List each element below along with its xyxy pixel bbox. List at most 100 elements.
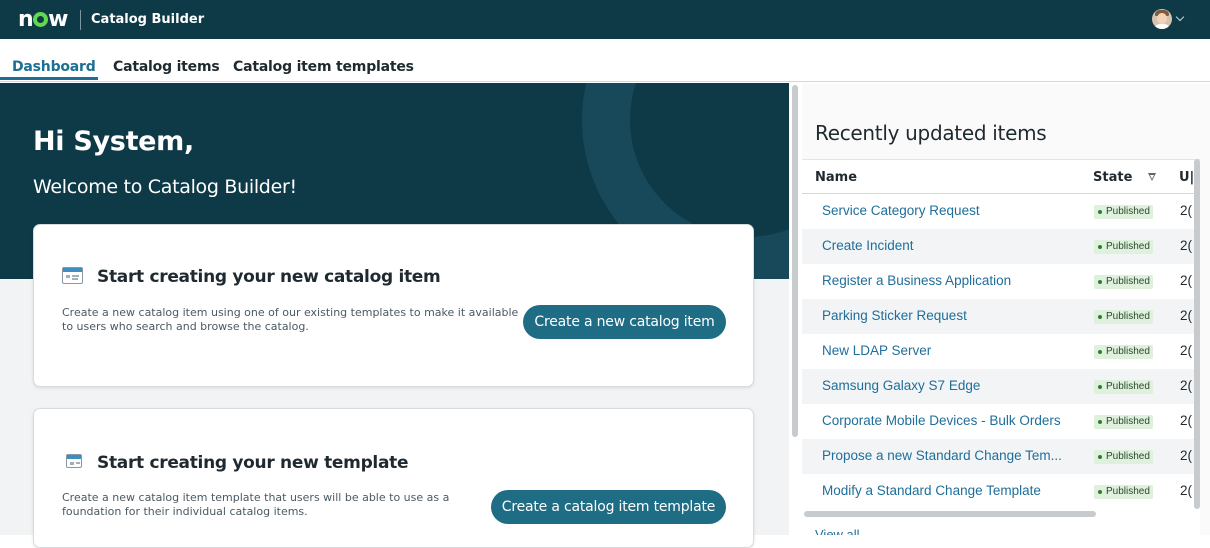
updated-cell: 2( (1180, 273, 1193, 288)
item-link[interactable]: Parking Sticker Request (822, 308, 1080, 323)
item-link[interactable]: New LDAP Server (822, 343, 1080, 358)
table-header: Name State U| (802, 159, 1200, 194)
column-name[interactable]: Name (815, 170, 857, 185)
table-horizontal-scrollbar[interactable] (804, 511, 1096, 517)
logo-n: n (18, 6, 34, 32)
updated-cell: 2( (1180, 378, 1193, 393)
icon-bar (67, 455, 81, 459)
status-dot (1098, 315, 1102, 319)
status-dot (1098, 245, 1102, 249)
icon-line (66, 275, 70, 278)
icon-line (76, 462, 80, 464)
tab-catalog-item-templates[interactable]: Catalog item templates (233, 59, 414, 75)
status-dot (1098, 490, 1102, 494)
icon-bar (63, 268, 82, 272)
status-label: Published (1106, 416, 1150, 427)
catalog-item-card: Start creating your new catalog item Cre… (33, 224, 754, 387)
top-bar: nw Catalog Builder (0, 0, 1210, 39)
status-label: Published (1106, 486, 1150, 497)
template-card: Start creating your new template Create … (33, 408, 754, 548)
status-dot (1098, 280, 1102, 284)
status-dot (1098, 350, 1102, 354)
status-label: Published (1106, 346, 1150, 357)
view-all-link[interactable]: View all (815, 527, 860, 535)
user-avatar[interactable] (1152, 9, 1172, 29)
table-row: Corporate Mobile Devices - Bulk Orders P… (802, 404, 1200, 439)
item-link[interactable]: Modify a Standard Change Template (822, 483, 1080, 498)
item-link[interactable]: Corporate Mobile Devices - Bulk Orders (822, 413, 1080, 428)
template-icon (66, 454, 82, 468)
column-updated[interactable]: U| (1179, 170, 1194, 185)
status-badge: Published (1094, 380, 1153, 394)
column-state[interactable]: State (1093, 170, 1132, 185)
item-link[interactable]: Propose a new Standard Change Tem... (822, 448, 1080, 463)
status-badge: Published (1094, 450, 1153, 464)
status-badge: Published (1094, 275, 1153, 289)
status-label: Published (1106, 451, 1150, 462)
status-badge: Published (1094, 240, 1153, 254)
status-dot (1098, 210, 1102, 214)
table-row: Service Category Request Published 2( (802, 194, 1200, 229)
tab-catalog-items[interactable]: Catalog items (113, 59, 220, 75)
updated-cell: 2( (1180, 203, 1193, 218)
card-description: Create a new catalog item template that … (62, 491, 450, 518)
item-link[interactable]: Register a Business Application (822, 273, 1080, 288)
item-link[interactable]: Service Category Request (822, 203, 1080, 218)
status-label: Published (1106, 276, 1150, 287)
status-badge: Published (1094, 345, 1153, 359)
card-title: Start creating your new catalog item (97, 267, 441, 287)
recent-items-table: Name State U| Service Category Request P… (802, 159, 1200, 535)
status-badge: Published (1094, 205, 1153, 219)
tab-dashboard[interactable]: Dashboard (12, 59, 96, 75)
updated-cell: 2( (1180, 343, 1193, 358)
catalog-item-icon (62, 267, 83, 284)
logo-w: w (48, 6, 68, 32)
recent-items-title: Recently updated items (815, 121, 1047, 145)
status-dot (1098, 455, 1102, 459)
table-row: Parking Sticker Request Published 2( (802, 299, 1200, 334)
status-dot (1098, 385, 1102, 389)
table-vertical-scrollbar[interactable] (1194, 159, 1200, 509)
now-logo[interactable]: nw (18, 6, 68, 32)
icon-line (70, 462, 74, 465)
chevron-down-icon[interactable] (1175, 12, 1185, 22)
table-row: Modify a Standard Change Template Publis… (802, 474, 1200, 509)
logo-o-ring (33, 11, 49, 27)
table-row: Samsung Galaxy S7 Edge Published 2( (802, 369, 1200, 404)
status-label: Published (1106, 206, 1150, 217)
table-row: New LDAP Server Published 2( (802, 334, 1200, 369)
card-title: Start creating your new template (97, 453, 409, 473)
status-badge: Published (1094, 415, 1153, 429)
table-row: Register a Business Application Publishe… (802, 264, 1200, 299)
left-pane-scrollbar[interactable] (792, 85, 798, 437)
table-row: Create Incident Published 2( (802, 229, 1200, 264)
item-link[interactable]: Samsung Galaxy S7 Edge (822, 378, 1080, 393)
card-description: Create a new catalog item using one of o… (62, 306, 519, 333)
header-divider (80, 9, 81, 30)
avatar-shirt (1154, 24, 1170, 29)
status-label: Published (1106, 311, 1150, 322)
updated-cell: 2( (1180, 448, 1193, 463)
table-row: Propose a new Standard Change Tem... Pub… (802, 439, 1200, 474)
updated-cell: 2( (1180, 308, 1193, 323)
create-template-button[interactable]: Create a catalog item template (491, 490, 726, 524)
status-label: Published (1106, 241, 1150, 252)
icon-line (72, 275, 79, 277)
recent-items-panel: Recently updated items Name State U| Ser… (802, 83, 1210, 535)
active-tab-indicator (0, 77, 98, 80)
updated-cell: 2( (1180, 238, 1193, 253)
updated-cell: 2( (1180, 483, 1193, 498)
status-label: Published (1106, 381, 1150, 392)
status-badge: Published (1094, 485, 1153, 499)
filter-icon[interactable] (1148, 173, 1156, 181)
item-link[interactable]: Create Incident (822, 238, 1080, 253)
avatar-face (1157, 13, 1167, 24)
greeting-heading: Hi System, (33, 126, 194, 157)
tab-bar: Dashboard Catalog items Catalog item tem… (0, 39, 1210, 82)
status-dot (1098, 420, 1102, 424)
updated-cell: 2( (1180, 413, 1193, 428)
status-badge: Published (1094, 310, 1153, 324)
icon-line (72, 278, 78, 280)
create-catalog-item-button[interactable]: Create a new catalog item (523, 305, 726, 339)
app-title: Catalog Builder (91, 12, 205, 27)
